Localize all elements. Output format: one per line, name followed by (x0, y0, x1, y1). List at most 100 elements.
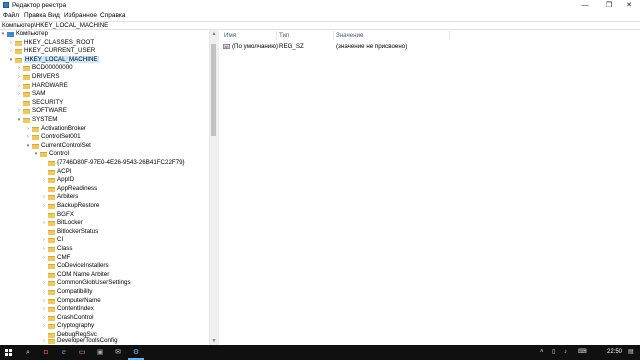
tree-node[interactable]: › ContentIndex (41, 305, 94, 314)
expand-arrow-icon[interactable]: ▾ (25, 142, 31, 151)
expand-arrow-icon[interactable]: › (41, 176, 47, 185)
column-header-type[interactable]: Тип (279, 32, 289, 39)
expand-arrow-icon[interactable]: › (41, 314, 47, 323)
expand-arrow-icon[interactable]: › (41, 193, 47, 202)
expand-arrow-icon[interactable]: › (16, 82, 22, 91)
tree-node[interactable]: COM Name Arbiter (41, 271, 109, 280)
maximize-button[interactable]: ❐ (598, 0, 620, 11)
expand-arrow-icon[interactable]: ▾ (0, 30, 6, 39)
tree-node[interactable]: CoDeviceInstallers (41, 262, 109, 271)
tree-node[interactable]: › ComputerName (41, 297, 101, 306)
value-row[interactable]: ab (По умолчанию) REG_SZ (значение не пр… (219, 42, 640, 51)
mail-icon[interactable]: ✉ (110, 345, 126, 360)
column-header-name[interactable]: Имя (224, 32, 236, 39)
expand-arrow-icon[interactable]: › (41, 202, 47, 211)
tree-node-selected[interactable]: ▾ HKEY_LOCAL_MACHINE (8, 55, 99, 65)
expand-arrow-icon[interactable]: ▾ (33, 150, 39, 159)
task-view-icon[interactable]: ◘ (38, 345, 54, 360)
expand-arrow-icon[interactable]: › (16, 107, 22, 116)
tree-node[interactable]: ▾ CurrentControlSet (25, 142, 91, 151)
expand-arrow-icon[interactable]: › (16, 64, 22, 73)
tree-node[interactable]: › AppID (41, 176, 74, 185)
expand-arrow-icon[interactable]: › (41, 305, 47, 314)
expand-arrow-icon[interactable]: › (41, 297, 47, 306)
expand-arrow-icon[interactable]: › (41, 288, 47, 297)
windows-start-icon[interactable] (5, 349, 12, 356)
tree-node[interactable]: › Arbiters (41, 193, 78, 202)
expand-arrow-icon[interactable]: › (41, 245, 47, 254)
explorer-icon[interactable]: ▭ (74, 345, 90, 360)
tree-node[interactable]: › BitLocker (41, 219, 83, 228)
minimize-button[interactable]: — (574, 0, 596, 11)
tree-node[interactable]: ▾ SYSTEM (16, 116, 57, 125)
tray-chevron-icon[interactable]: ˄ (540, 345, 544, 360)
tree-node[interactable]: › ActivationBroker (25, 125, 86, 134)
network-icon[interactable]: ▯ (552, 345, 555, 360)
tree-node[interactable]: › SAM (16, 90, 45, 99)
registry-tree[interactable]: ▾ Компьютер › HKEY_CLASSES_ROOT › HKEY_CURR… (0, 30, 209, 345)
value-type: REG_SZ (279, 43, 304, 50)
tree-node-computer[interactable]: ▾ Компьютер (0, 30, 48, 39)
tree-node[interactable]: › BackupRestore (41, 202, 99, 211)
tree-node[interactable]: › Cryptography (41, 322, 94, 331)
language-icon[interactable]: ⌨ (578, 345, 587, 360)
expand-arrow-icon[interactable]: › (8, 47, 14, 56)
regedit-icon[interactable]: ⚙ (128, 345, 144, 360)
column-separator[interactable] (449, 31, 450, 40)
tree-node[interactable]: › DRIVERS (16, 73, 60, 82)
expand-arrow-icon[interactable]: › (16, 73, 22, 82)
menu-favorites[interactable]: Избранное (64, 12, 97, 19)
menu-edit[interactable]: Правка (24, 12, 46, 19)
store-icon[interactable]: ▣ (92, 345, 108, 360)
expand-arrow-icon[interactable]: › (41, 279, 47, 288)
tree-node[interactable]: › CrashControl (41, 314, 93, 323)
address-path[interactable]: Компьютер\HKEY_LOCAL_MACHINE (2, 22, 108, 30)
notifications-icon[interactable]: ▤ (628, 345, 634, 360)
tree-node[interactable]: › HKEY_CLASSES_ROOT (8, 39, 94, 48)
expand-arrow-icon[interactable]: ▾ (8, 56, 14, 65)
tree-node[interactable]: AppReadiness (41, 185, 97, 194)
tree-node[interactable]: › ControlSet001 (25, 133, 81, 142)
tree-node[interactable]: {7746D80F-97E0-4E26-9543-26B41FC22F79} (41, 159, 185, 168)
menu-view[interactable]: Вид (48, 12, 60, 19)
search-icon[interactable]: ⌕ (20, 345, 36, 360)
column-header-value[interactable]: Значение (336, 32, 363, 39)
tree-node[interactable]: › CI (41, 236, 63, 245)
expand-arrow-icon[interactable]: › (41, 337, 47, 345)
tree-node[interactable]: ACPI (41, 168, 71, 177)
values-list[interactable]: Имя Тип Значение ab (По умолчанию) REG_S… (219, 30, 640, 345)
tree-node[interactable]: › CommonGlobUserSettings (41, 279, 131, 288)
tree-node[interactable]: BitlockerStatus (41, 228, 98, 237)
tree-node[interactable]: SECURITY (16, 99, 63, 108)
tree-node[interactable]: › SOFTWARE (16, 107, 67, 116)
tree-node[interactable]: BGFX (41, 211, 74, 220)
expand-arrow-icon[interactable]: › (41, 322, 47, 331)
tree-node[interactable]: › DeveloperToolsConfig (41, 337, 118, 345)
tree-scrollbar[interactable]: ▲ ▼ (209, 30, 217, 345)
tree-node[interactable]: ▾ Control (33, 150, 69, 159)
expand-arrow-icon[interactable]: › (25, 125, 31, 134)
edge-icon[interactable]: e (56, 345, 72, 360)
tree-node[interactable]: › CMF (41, 254, 70, 263)
expand-arrow-icon[interactable]: › (41, 236, 47, 245)
tree-node[interactable]: › Compatibility (41, 288, 92, 297)
column-separator[interactable] (333, 31, 334, 40)
expand-arrow-icon[interactable]: › (8, 39, 14, 48)
close-button[interactable]: ✕ (618, 0, 640, 11)
menu-file[interactable]: Файл (3, 12, 19, 19)
volume-icon[interactable]: ♪ (564, 345, 567, 360)
expand-arrow-icon[interactable]: › (16, 90, 22, 99)
tree-node[interactable]: › HARDWARE (16, 82, 68, 91)
clock[interactable]: 22:50 (607, 345, 622, 360)
tree-node[interactable]: › BCD00000000 (16, 64, 73, 73)
expand-arrow-icon[interactable]: › (41, 219, 47, 228)
tree-node[interactable]: › HKEY_CURRENT_USER (8, 47, 95, 56)
address-bar[interactable]: Компьютер\HKEY_LOCAL_MACHINE (0, 21, 640, 30)
tree-node[interactable]: › Class (41, 245, 72, 254)
expand-arrow-icon[interactable]: ▾ (16, 116, 22, 125)
menu-help[interactable]: Справка (100, 12, 126, 19)
expand-arrow-icon[interactable]: › (41, 254, 47, 263)
expand-arrow-icon[interactable]: › (25, 133, 31, 142)
scrollbar-thumb[interactable] (211, 44, 216, 136)
column-separator[interactable] (276, 31, 277, 40)
